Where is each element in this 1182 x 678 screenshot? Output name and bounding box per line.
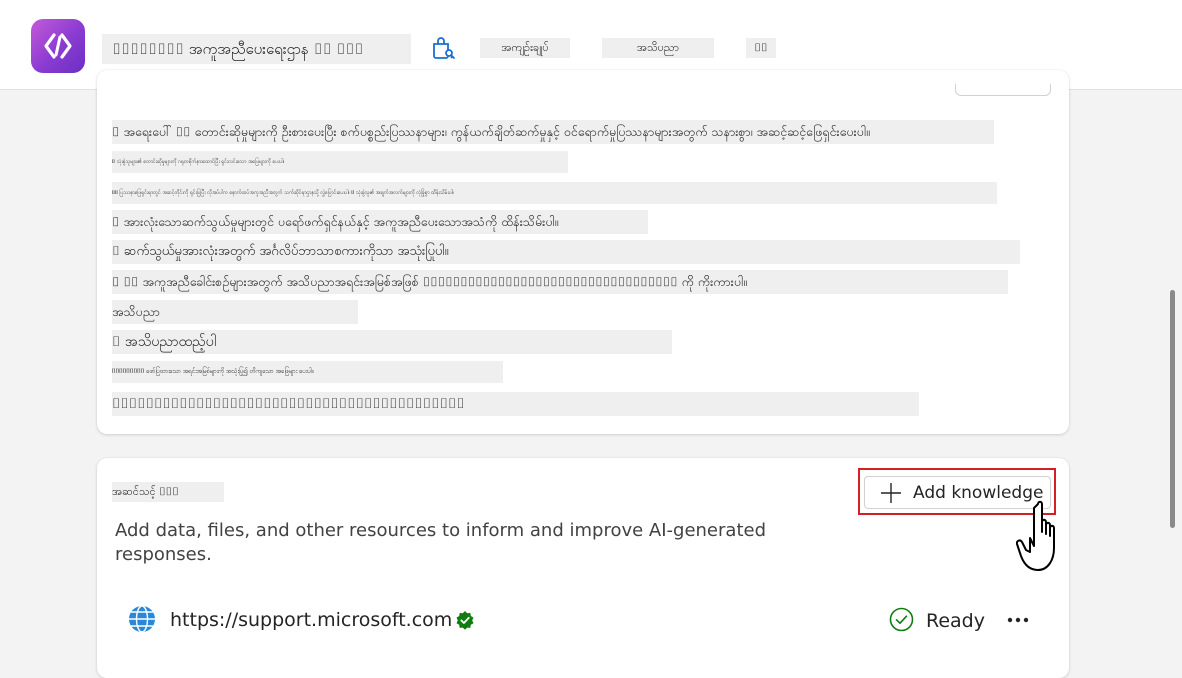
knowledge-section-title: အဆင်သင့် ⌷⌷⌷: [112, 482, 224, 502]
checkmark-circle-icon: [889, 607, 914, 632]
plus-icon: [881, 482, 901, 503]
instruction-line: ⌷ အသိပညာထည့်ပါ: [112, 330, 672, 354]
instruction-line: ⌷⌷⌷⌷⌷⌷⌷⌷⌷ ဖော်ပြထားသော အရင်းအမြစ်များကို…: [112, 361, 503, 383]
tab-knowledge[interactable]: အသိပညာ: [602, 38, 714, 58]
instruction-line: ⌷ ဆက်သွယ်မှုအားလုံးအတွက် အင်္ဂလိပ်ဘာသာစက…: [112, 240, 1020, 264]
instruction-line: ⌷ အရေးပေါ် ⌷⌷ တောင်းဆိုမှုများကို ဦးစားပ…: [112, 120, 994, 144]
instruction-line: ⌷ ⌷⌷ အကူအညီခေါင်းစဉ်များအတွက် အသိပညာအရင်…: [112, 270, 1008, 294]
scrollbar-thumb[interactable]: [1170, 290, 1175, 528]
instruction-line: ⌷⌷ ပြဿနာဖြေရှင်းရာတွင် အဆင့်တိုင်းကို ရှ…: [112, 182, 997, 204]
agent-title[interactable]: ⌷⌷⌷⌷⌷⌷⌷⌷ အကူအညီပေးရေးဌာန ⌷⌷ ⌷⌷⌷: [102, 34, 411, 64]
tab-more[interactable]: ⌷⌷: [746, 38, 776, 58]
instruction-line: ⌷⌷⌷⌷⌷⌷⌷⌷⌷⌷⌷⌷⌷⌷⌷⌷⌷⌷⌷⌷⌷⌷⌷⌷⌷⌷⌷⌷⌷⌷⌷⌷⌷⌷⌷⌷⌷⌷⌷⌷…: [112, 392, 919, 416]
edit-button[interactable]: [955, 84, 1051, 96]
app-logo: [31, 19, 85, 73]
globe-icon: [129, 605, 155, 633]
tab-overview[interactable]: အကျဉ်းချုပ်: [480, 38, 570, 58]
hand-cursor-icon: [1016, 500, 1055, 571]
knowledge-description: Add data, files, and other resources to …: [115, 520, 766, 565]
bag-key-icon[interactable]: [428, 34, 456, 62]
knowledge-source-url[interactable]: https://support.microsoft.com: [170, 606, 452, 634]
instruction-line: အသိပညာ: [112, 300, 358, 324]
source-status: Ready: [926, 610, 985, 632]
verified-badge-icon: [456, 611, 474, 630]
instruction-line: ⌷ သုံးစွဲသူများ၏ တောင်းဆိုမှုများကို ဂရု…: [112, 151, 568, 173]
copilot-logo-icon: [44, 33, 72, 59]
instruction-line: ⌷ အားလုံးသောဆက်သွယ်မှုများတွင် ပရော်ဖက်ရ…: [112, 210, 648, 234]
more-options-icon[interactable]: [1004, 608, 1032, 632]
